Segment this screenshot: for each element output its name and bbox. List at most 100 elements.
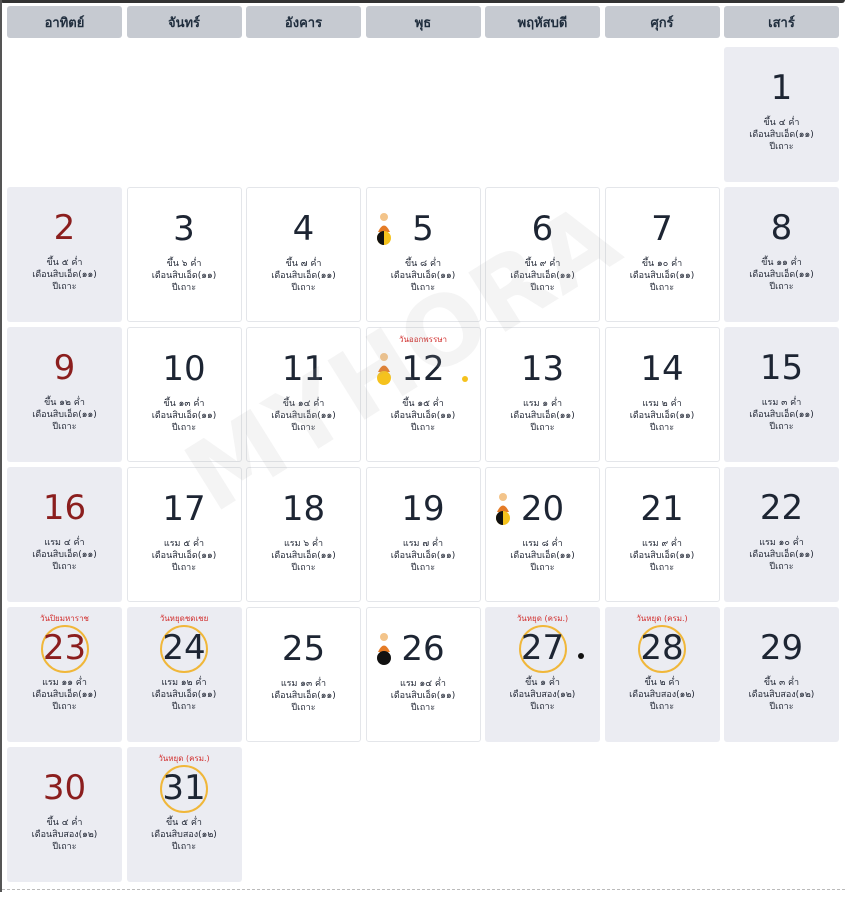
day-number: 11 [281,349,326,389]
lunar-year: ปีเถาะ [410,283,436,293]
lunar-month: เดือนสิบเอ็ด(๑๑) [510,411,575,421]
day-cell[interactable]: 18 แรม ๖ ค่ำ เดือนสิบเอ็ด(๑๑) ปีเถาะ [246,467,361,602]
lunar-year: ปีเถาะ [171,423,197,433]
day-cell[interactable]: 1 ขึ้น ๔ ค่ำ เดือนสิบเอ็ด(๑๑) ปีเถาะ [724,47,839,182]
day-number: 9 [53,348,76,388]
lunar-info: แรม ๔ ค่ำ เดือนสิบเอ็ด(๑๑) ปีเถาะ [7,537,122,573]
day-cell[interactable]: 3 ขึ้น ๖ ค่ำ เดือนสิบเอ็ด(๑๑) ปีเถาะ [126,187,242,322]
lunar-month: เดือนสิบเอ็ด(๑๑) [151,271,217,281]
lunar-year: ปีเถาะ [530,283,555,293]
day-cell[interactable]: 25 แรม ๑๓ ค่ำ เดือนสิบเอ็ด(๑๑) ปีเถาะ [246,607,361,742]
monk-half-moon-icon [376,213,391,245]
weekday-sunday: อาทิตย์ [7,6,122,38]
left-edge [0,0,2,892]
lunar-info: แรม ๓ ค่ำ เดือนสิบเอ็ด(๑๑) ปีเถาะ [724,397,839,433]
lunar-day: ขึ้น ๗ ค่ำ [285,259,322,269]
lunar-year: ปีเถาะ [52,702,77,712]
lunar-day: แรม ๕ ค่ำ [163,539,205,549]
day-number: 28 [640,628,684,668]
lunar-month: เดือนสิบเอ็ด(๑๑) [271,271,336,281]
lunar-year: ปีเถาะ [649,702,675,712]
day-cell[interactable]: 17 แรม ๕ ค่ำ เดือนสิบเอ็ด(๑๑) ปีเถาะ [126,467,242,602]
lunar-month: เดือนสิบสอง(๑๒) [509,690,576,700]
day-cell[interactable]: 19 แรม ๗ ค่ำ เดือนสิบเอ็ด(๑๑) ปีเถาะ [365,467,481,602]
lunar-info: ขึ้น ๑๓ ค่ำ เดือนสิบเอ็ด(๑๑) ปีเถาะ [128,398,241,434]
weekday-monday: จันทร์ [126,6,242,38]
day-cell[interactable]: 5 ขึ้น ๘ ค่ำ เดือนสิบเอ็ด(๑๑) ปีเถาะ [365,187,481,322]
lunar-year: ปีเถาะ [410,563,436,573]
lunar-month: เดือนสิบเอ็ด(๑๑) [32,270,97,280]
empty-cell [246,47,361,182]
lunar-month: เดือนสิบเอ็ด(๑๑) [151,551,217,561]
day-cell[interactable]: 15 แรม ๓ ค่ำ เดือนสิบเอ็ด(๑๑) ปีเถาะ [724,327,839,462]
day-cell[interactable]: 30 ขึ้น ๔ ค่ำ เดือนสิบสอง(๑๒) ปีเถาะ [7,747,122,882]
lunar-day: ขึ้น ๑๔ ค่ำ [282,399,325,409]
lunar-info: ขึ้น ๑๐ ค่ำเดือนสิบเอ็ด(๑๑) ปีเถาะ [606,258,719,294]
lunar-info: ขึ้น ๑ ค่ำ เดือนสิบสอง(๑๒) ปีเถาะ [485,677,600,713]
lunar-month: เดือนสิบเอ็ด(๑๑) [151,690,217,700]
holiday-label: วันหยุด (ครม.) [158,754,210,763]
lunar-day: แรม ๔ ค่ำ [44,538,85,548]
day-cell[interactable]: 14 แรม ๒ ค่ำ เดือนสิบเอ็ด(๑๑) ปีเถาะ [604,327,720,462]
lunar-month: เดือนสิบเอ็ด(๑๑) [390,551,456,561]
lunar-year: ปีเถาะ [530,563,555,573]
day-cell[interactable]: 20 แรม ๘ ค่ำ เดือนสิบเอ็ด(๑๑) ปีเถาะ [485,467,600,602]
day-cell[interactable]: วันหยุด (ครม.) 31 ขึ้น ๕ ค่ำ เดือนสิบสอง(๑๒… [126,747,242,882]
monk-new-moon-icon [376,633,391,665]
day-cell[interactable]: 6 ขึ้น ๙ ค่ำ เดือนสิบเอ็ด(๑๑) ปีเถาะ [485,187,600,322]
day-cell[interactable]: วันหยุด (ครม.) 27 ขึ้น ๑ ค่ำ เดือนสิบสอง(๑๒… [485,607,600,742]
day-number: 13 [520,349,565,389]
lunar-info: ขึ้น ๔ ค่ำ เดือนสิบสอง(๑๒) ปีเถาะ [7,817,122,853]
lunar-month: เดือนสิบเอ็ด(๑๑) [749,270,814,280]
lunar-year: ปีเถาะ [530,702,555,712]
day-cell[interactable]: 7 ขึ้น ๑๐ ค่ำเดือนสิบเอ็ด(๑๑) ปีเถาะ [604,187,720,322]
lunar-info: ขึ้น ๖ ค่ำ เดือนสิบเอ็ด(๑๑) ปีเถาะ [128,258,241,294]
day-cell[interactable]: 26 แรม ๑๔ ค่ำ เดือนสิบเอ็ด(๑๑) ปีเถาะ [365,607,481,742]
lunar-day: ขึ้น ๑๐ ค่ำ [641,259,683,269]
day-number: 7 [651,209,673,249]
lunar-month: เดือนสิบเอ็ด(๑๑) [629,271,695,281]
lunar-year: ปีเถาะ [291,563,316,573]
day-cell[interactable]: 21 แรม ๙ ค่ำ เดือนสิบเอ็ด(๑๑) ปีเถาะ [604,467,720,602]
day-cell[interactable]: วันปิยมหาราช 23 แรม ๑๑ ค่ำ เดือนสิบเอ็ด(๑๑)… [7,607,122,742]
lunar-day: ขึ้น ๕ ค่ำ [166,818,202,828]
empty-cell [366,47,481,182]
day-number: 27 [520,628,565,668]
day-cell[interactable]: วันหยุดชดเชย 24 แรม ๑๒ ค่ำ เดือนสิบเอ็ด(๑๑)… [126,607,242,742]
day-cell[interactable]: 2 ขึ้น ๕ ค่ำ เดือนสิบเอ็ด(๑๑) ปีเถาะ [7,187,122,322]
lunar-day: แรม ๓ ค่ำ [761,398,802,408]
lunar-month: เดือนสิบเอ็ด(๑๑) [32,410,97,420]
day-cell[interactable]: 8 ขึ้น ๑๑ ค่ำ เดือนสิบเอ็ด(๑๑) ปีเถาะ [724,187,839,322]
lunar-year: ปีเถาะ [291,283,316,293]
empty-cell [127,47,242,182]
day-cell[interactable]: 29 ขึ้น ๓ ค่ำ เดือนสิบสอง(๑๒) ปีเถาะ [724,607,839,742]
day-cell[interactable]: 22 แรม ๑๐ ค่ำ เดือนสิบเอ็ด(๑๑) ปีเถาะ [724,467,839,602]
lunar-info: ขึ้น ๕ ค่ำ เดือนสิบสอง(๑๒) ปีเถาะ [127,817,242,853]
day-number: 1 [770,68,793,108]
weekday-header: อาทิตย์ จันทร์ อังคาร พุธ พฤหัสบดี ศุกร์… [7,6,839,38]
day-number: 24 [162,628,206,668]
lunar-month: เดือนสิบเอ็ด(๑๑) [390,691,456,701]
lunar-day: ขึ้น ๘ ค่ำ [404,259,442,269]
lunar-month: เดือนสิบเอ็ด(๑๑) [151,411,217,421]
lunar-day: แรม ๖ ค่ำ [283,539,324,549]
day-cell[interactable]: 13 แรม ๑ ค่ำ เดือนสิบเอ็ด(๑๑) ปีเถาะ [485,327,600,462]
day-cell[interactable]: 16 แรม ๔ ค่ำ เดือนสิบเอ็ด(๑๑) ปีเถาะ [7,467,122,602]
monk-full-moon-icon [376,353,391,385]
lunar-day: ขึ้น ๑๕ ค่ำ [402,399,444,409]
day-cell[interactable]: 10 ขึ้น ๑๓ ค่ำ เดือนสิบเอ็ด(๑๑) ปีเถาะ [126,327,242,462]
lunar-month: เดือนสิบเอ็ด(๑๑) [749,550,814,560]
lunar-day: แรม ๑๑ ค่ำ [42,678,87,688]
day-cell[interactable]: วันหยุด (ครม.) 28 ขึ้น ๒ ค่ำ เดือนสิบสอง(๑๒… [604,607,720,742]
day-cell[interactable]: วันออกพรรษา 12 ขึ้น ๑๕ ค่ำ เดือนสิบเอ็ด(๑๑)… [365,327,481,462]
lunar-year: ปีเถาะ [649,283,675,293]
day-cell[interactable]: 4 ขึ้น ๗ ค่ำ เดือนสิบเอ็ด(๑๑) ปีเถาะ [246,187,361,322]
day-cell[interactable]: 9 ขึ้น ๑๒ ค่ำ เดือนสิบเอ็ด(๑๑) ปีเถาะ [7,327,122,462]
day-number: 15 [759,348,804,388]
day-cell[interactable]: 11 ขึ้น ๑๔ ค่ำ เดือนสิบเอ็ด(๑๑) ปีเถาะ [246,327,361,462]
lunar-month: เดือนสิบสอง(๑๒) [151,830,217,840]
lunar-info: แรม ๑๓ ค่ำ เดือนสิบเอ็ด(๑๑) ปีเถาะ [247,678,360,714]
lunar-info: แรม ๑ ค่ำ เดือนสิบเอ็ด(๑๑) ปีเถาะ [486,398,599,434]
day-number: 8 [770,208,793,248]
lunar-month: เดือนสิบสอง(๑๒) [629,690,695,700]
